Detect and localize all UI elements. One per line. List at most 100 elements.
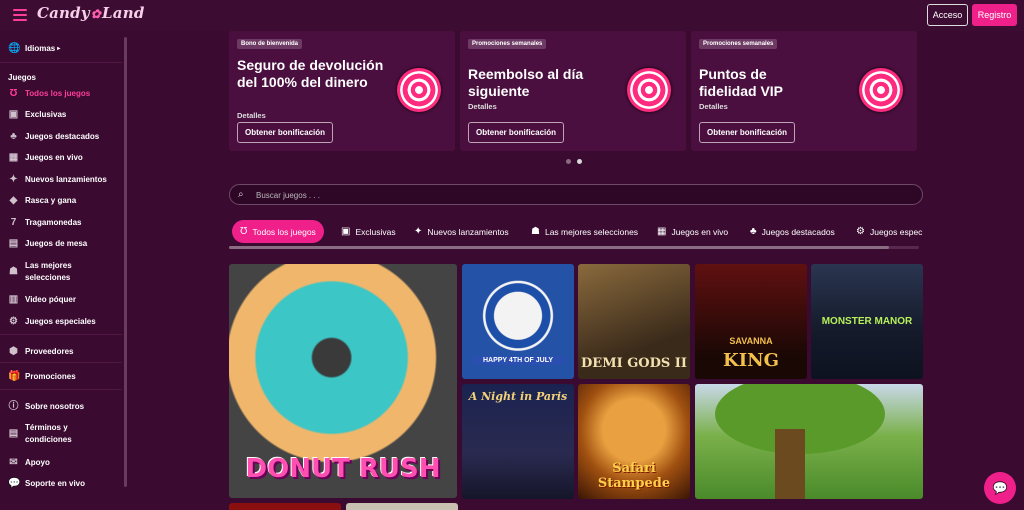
gift-icon: 🎁 <box>8 371 21 382</box>
featured-icon: ♣ <box>10 131 17 142</box>
game-title: MONSTER MANOR <box>821 316 913 327</box>
horseshoe-icon: Ʊ <box>240 226 248 237</box>
divider <box>0 362 122 363</box>
best-picks-icon: ☗ <box>531 226 540 237</box>
document-icon: ▤ <box>8 428 19 439</box>
tab-best-picks[interactable]: ☗ Las mejores selecciones <box>531 220 638 243</box>
live-icon: ▦ <box>657 226 667 237</box>
carousel-dot-active[interactable] <box>577 159 582 164</box>
tab-all-games[interactable]: Ʊ Todos los juegos <box>232 220 324 243</box>
game-title: KING <box>723 350 779 371</box>
sidebar-scrollbar[interactable] <box>124 37 127 487</box>
get-bonus-button[interactable]: Obtener bonificación <box>237 122 334 143</box>
game-subtitle: SAVANNA <box>729 336 773 346</box>
providers-icon: ⬢ <box>9 346 18 357</box>
game-title: Safari Stampede <box>597 461 671 491</box>
sidebar-item-slots[interactable]: 7 Tragamonedas <box>8 217 82 228</box>
game-tile-safari-stampede[interactable]: Safari Stampede <box>578 384 690 499</box>
promo-tag: Promociones semanales <box>699 39 778 49</box>
carousel-dot[interactable] <box>566 159 571 164</box>
game-title: DONUT RUSH <box>245 454 441 484</box>
tab-featured[interactable]: ♣ Juegos destacados <box>750 220 835 243</box>
chat-icon: 💬 <box>8 478 21 489</box>
sidebar-item-promotions[interactable]: 🎁 Promociones <box>8 371 76 382</box>
game-title: A Night in Paris <box>468 390 568 403</box>
divider <box>0 62 122 63</box>
info-icon: ⓘ <box>8 401 19 412</box>
sidebar-item-scratch[interactable]: ◆ Rasca y gana <box>8 195 77 206</box>
tab-exclusives[interactable]: ▣ Exclusivas <box>341 220 396 243</box>
get-bonus-button[interactable]: Obtener bonificación <box>699 122 796 143</box>
register-button[interactable]: Registro <box>972 4 1017 26</box>
scratch-icon: ◆ <box>9 195 18 206</box>
promo-card: Promociones semanales Puntos de fidelida… <box>691 31 917 151</box>
game-title: DEMI GODS II <box>581 356 687 371</box>
sidebar-item-new[interactable]: ✦ Nuevos lanzamientos <box>8 174 107 185</box>
exclusive-icon: ▣ <box>8 109 19 120</box>
game-tile-donut-rush[interactable]: DONUT RUSH <box>229 264 457 498</box>
gear-icon: ⚙ <box>856 226 865 237</box>
sidebar: 🌐 Idiomas ▸ Juegos Ʊ Todos los juegos ▣ Excl… <box>0 31 128 510</box>
carousel-dots <box>566 159 582 164</box>
game-tile-savanna-king[interactable]: SAVANNA KING <box>695 264 807 379</box>
globe-icon: 🌐 <box>8 43 21 54</box>
sidebar-item-live-support[interactable]: 💬 Soporte en vivo <box>8 478 85 489</box>
promo-title: Seguro de devolución del 100% del dinero <box>237 57 384 90</box>
game-tile-demi-gods-ii[interactable]: DEMI GODS II <box>578 264 690 379</box>
chat-icon: 💬 <box>992 481 1008 495</box>
search-icon: ⌕ <box>238 189 244 200</box>
game-tile-a-night-in-paris[interactable]: A Night in Paris <box>462 384 574 499</box>
promo-card: Promociones semanales Reembolso al día s… <box>460 31 686 151</box>
game-title: HAPPY 4TH OF JULY <box>472 356 564 365</box>
promo-tag: Promociones semanales <box>468 39 547 49</box>
sidebar-item-providers[interactable]: ⬢ Proveedores <box>8 346 73 357</box>
search-input[interactable] <box>256 188 856 202</box>
menu-icon[interactable] <box>13 9 27 21</box>
game-art <box>775 429 805 499</box>
game-tile-partial[interactable] <box>229 503 341 510</box>
exclusive-icon: ▣ <box>341 226 351 237</box>
mail-icon: ✉ <box>9 457 18 468</box>
get-bonus-button[interactable]: Obtener bonificación <box>468 122 565 143</box>
promo-details-link[interactable]: Detalles <box>699 102 728 111</box>
candy-icon <box>859 68 903 112</box>
game-tile-partial[interactable] <box>346 503 458 510</box>
promo-title: Reembolso al día siguiente <box>468 66 584 99</box>
sidebar-item-featured[interactable]: ♣ Juegos destacados <box>8 131 99 142</box>
new-icon: ✦ <box>414 226 423 237</box>
sidebar-item-all-games[interactable]: Ʊ Todos los juegos <box>8 88 90 99</box>
sidebar-item-support[interactable]: ✉ Apoyo <box>8 457 50 468</box>
top-bar: Candy✿Land Acceso Registro <box>0 0 1024 31</box>
game-tile-monster-manor[interactable]: MONSTER MANOR <box>811 264 923 379</box>
sidebar-item-about[interactable]: ⓘ Sobre nosotros <box>8 401 85 412</box>
sidebar-item-terms[interactable]: ▤ Términos y condiciones <box>8 422 85 446</box>
divider <box>0 334 122 335</box>
search-bar: ⌕ <box>229 184 923 205</box>
game-tile-fairy-tale[interactable] <box>695 384 923 499</box>
game-tile-happy-4th-of-july[interactable]: HAPPY 4TH OF JULY <box>462 264 574 379</box>
new-icon: ✦ <box>9 174 18 185</box>
tabs-scrollbar[interactable] <box>229 246 919 249</box>
sidebar-item-languages[interactable]: 🌐 Idiomas ▸ <box>8 43 60 54</box>
tab-special-games[interactable]: ⚙ Juegos espec <box>856 220 922 243</box>
category-tabs: Ʊ Todos los juegos ▣ Exclusivas ✦ Nuevos la… <box>229 220 923 244</box>
table-games-icon: ▤ <box>8 238 19 249</box>
scrollbar-thumb[interactable] <box>229 246 889 249</box>
candy-icon <box>627 68 671 112</box>
promo-card: Bono de bienvenida Seguro de devolución … <box>229 31 455 151</box>
login-button[interactable]: Acceso <box>927 4 968 26</box>
gear-icon: ⚙ <box>9 316 18 327</box>
sidebar-item-special-games[interactable]: ⚙ Juegos especiales <box>8 316 96 327</box>
sidebar-item-video-poker[interactable]: ▥ Video póquer <box>8 294 76 305</box>
sidebar-item-exclusives[interactable]: ▣ Exclusivas <box>8 109 67 120</box>
chat-button[interactable]: 💬 <box>984 472 1016 504</box>
logo[interactable]: Candy✿Land <box>37 4 145 22</box>
slots-icon: 7 <box>10 217 17 228</box>
tab-new-releases[interactable]: ✦ Nuevos lanzamientos <box>414 220 509 243</box>
tab-live-games[interactable]: ▦ Juegos en vivo <box>657 220 728 243</box>
promo-details-link[interactable]: Detalles <box>237 111 266 120</box>
sidebar-item-table-games[interactable]: ▤ Juegos de mesa <box>8 238 87 249</box>
promo-details-link[interactable]: Detalles <box>468 102 497 111</box>
sidebar-item-best-picks[interactable]: ☗ Las mejores selecciones <box>8 260 95 284</box>
sidebar-item-live[interactable]: ▦ Juegos en vivo <box>8 152 83 163</box>
